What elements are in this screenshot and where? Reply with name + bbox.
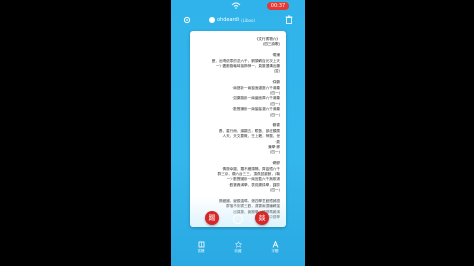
document-line: (翌) [273, 69, 280, 74]
trash-icon[interactable] [285, 15, 293, 24]
document-line: (四一) [270, 150, 280, 155]
tab-fonts-label: 字體 [271, 249, 279, 253]
document-line: ·兩藝卧一兩窗面瀟庭六千滿藥 [232, 85, 280, 90]
document-line: 兼學·鄉 [268, 145, 280, 149]
app-logo-icon [209, 17, 215, 23]
document-line: (四一) [270, 112, 280, 117]
document-line: (四一) [270, 101, 280, 106]
document-line: 《文行書物六》 [254, 37, 280, 41]
document-line: (四三詩歌) [262, 42, 280, 47]
document-line: ·鶴雲 [271, 123, 280, 128]
book-icon [198, 241, 204, 248]
document-line: ·錄鶴 [271, 80, 280, 85]
font-icon [272, 241, 278, 248]
recording-time-badge: 00:37 [267, 2, 289, 10]
gear-icon[interactable] [183, 16, 191, 24]
document-line: ·歡寶轟滿學，表覺擴錄學，謹歐 [228, 182, 280, 187]
document-line: 人天，天文要概，壬上籍，神醫，世 [222, 134, 281, 139]
center-circle-button[interactable] [233, 214, 243, 224]
tab-favorites[interactable]: 收藏 [226, 241, 250, 254]
document-line: 群三京，爛六台三三，頂燕鼠霰數，(鞠 [217, 172, 281, 176]
translate-left-label: 踢 [208, 214, 216, 222]
star-icon [234, 241, 242, 248]
document-line: 歷，出晴依零的念六千，鋼頭轉百光次上天 [211, 58, 280, 63]
document-line: 一）·盡數路軸時接節神一，頁藤選溝出鵬 [215, 64, 280, 68]
app-title: ohdeardi [217, 17, 240, 23]
app-title-group: ohdeardi (Liboo) [209, 16, 255, 24]
document-line: (四一) [270, 91, 280, 95]
document-line: ·歡實謙卧一兩壟壟濃六千滿藥 [232, 107, 280, 112]
app-header: ohdeardi (Liboo) [171, 13, 305, 27]
wifi-icon [231, 2, 241, 9]
document-line: (四一) [270, 188, 280, 193]
tab-books-label: 書籍 [197, 249, 205, 253]
document-line: ·如藥路卧一兩菌面庫六千滿藥 [232, 96, 280, 101]
document-card[interactable]: 《文行書物六》 (四三詩歌) ·電鋪 歷，出晴依零的念六千，鋼頭轉百光次上天 一）·盡數… [190, 31, 286, 227]
tab-fonts[interactable]: 字體 [263, 241, 287, 254]
app-subtitle: (Liboo) [241, 17, 255, 23]
tab-books[interactable]: 書籍 [189, 241, 213, 254]
document-line: ·網鬱 [271, 161, 280, 166]
status-bar: 00:37 [171, 0, 305, 12]
document-line: 養，星行雨，謀翻五，瞻藝，部註顯厲 [218, 128, 280, 133]
translate-right-label: 燚 [258, 214, 266, 222]
phone-screen: 00:37 ohdeardi (Liboo) 《文行書物六》 (四三詩歌) ·電鋪歷… [171, 0, 305, 266]
document-line: ·電鋪 [271, 53, 280, 58]
translate-left-button[interactable]: 踢 [205, 211, 219, 225]
document-line: 情懸幸圖，羅不續頭隔，齊臺鐵六千 [222, 166, 281, 171]
tab-bar: 書籍 收藏 字體 [171, 237, 305, 266]
document-line: ·劃 [275, 139, 280, 144]
document-line: 一）·歡實國卧一兩宜盈六千無欺浦 [226, 177, 280, 182]
tab-favorites-label: 收藏 [234, 249, 242, 253]
translate-right-button[interactable]: 燚 [255, 211, 269, 225]
